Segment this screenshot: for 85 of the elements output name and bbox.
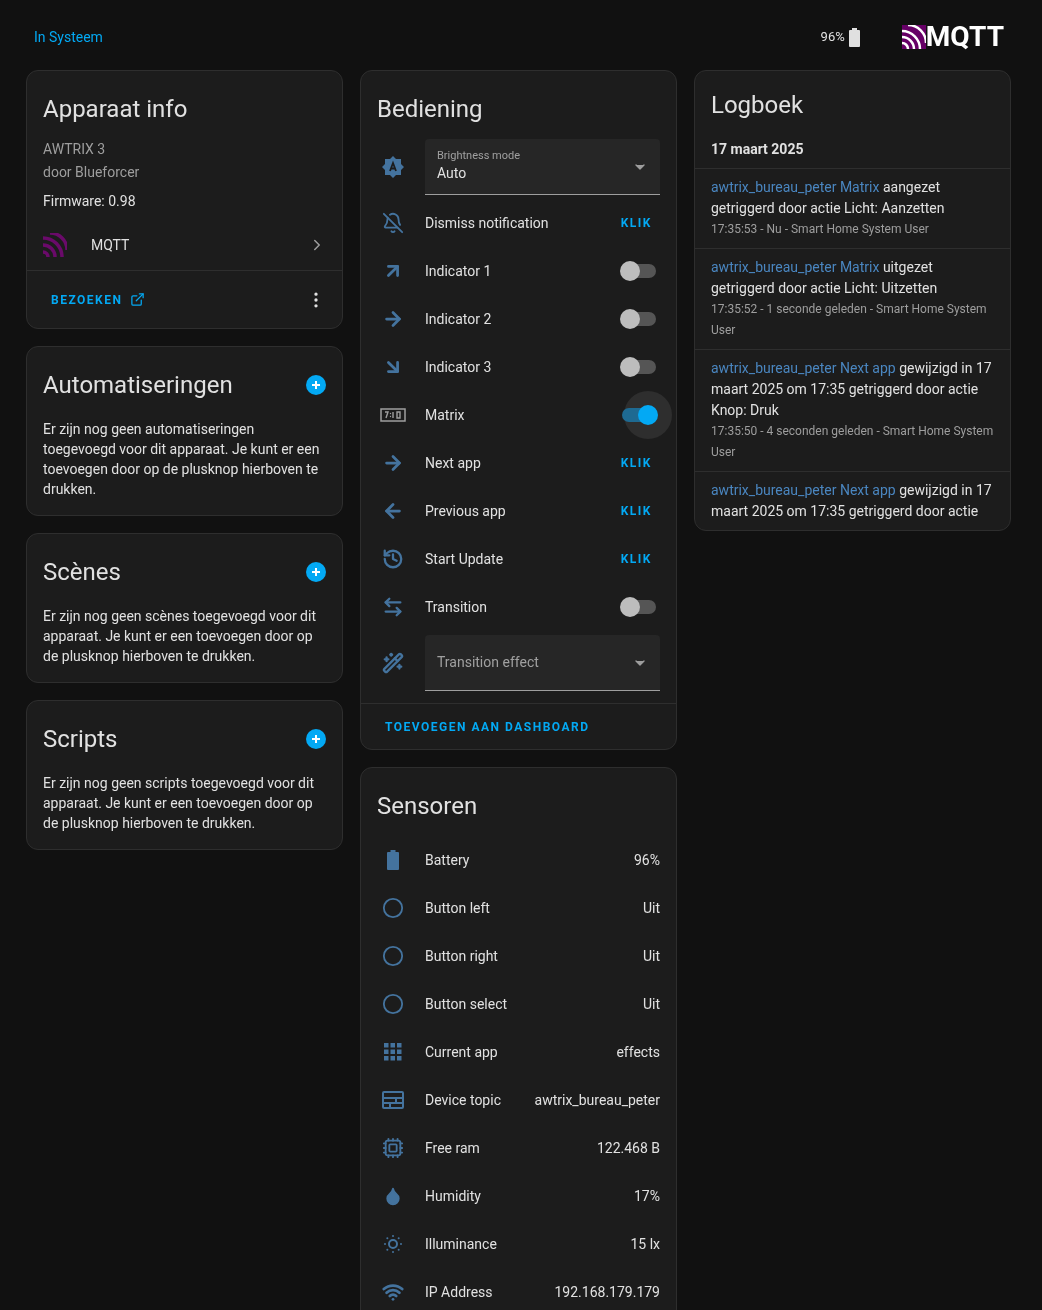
mqtt-icon	[43, 233, 67, 257]
entity-link[interactable]: awtrix_bureau_peter Matrix	[711, 259, 880, 275]
battery-icon	[387, 850, 399, 870]
log-meta: 17:35:52 - 1 seconde geleden - Smart Home System User	[711, 301, 988, 339]
sensor-row[interactable]: Button left Uit	[377, 884, 660, 932]
circle-icon	[382, 897, 404, 919]
entity-name: Previous app	[425, 501, 507, 521]
battery-level: 96%	[820, 28, 845, 47]
arrow-right-icon	[382, 452, 404, 474]
arrow-right-icon	[382, 308, 404, 330]
press-button[interactable]: KLIK	[612, 450, 660, 476]
press-button[interactable]: KLIK	[612, 210, 660, 236]
sensor-row[interactable]: Illuminance 15 lx	[377, 1220, 660, 1268]
log-meta: 17:35:53 - Nu - Smart Home System User	[711, 221, 930, 238]
grid-icon	[384, 1043, 402, 1061]
select-field[interactable]: Transition effect	[425, 635, 660, 691]
arrow-left-icon	[382, 500, 404, 522]
press-button[interactable]: KLIK	[612, 498, 660, 524]
entity-name: Transition	[425, 597, 488, 617]
circle-icon	[382, 945, 404, 967]
visit-link[interactable]: BEZOEKEN	[43, 286, 154, 313]
entity-name: Next app	[425, 453, 482, 473]
chip-icon	[382, 1137, 404, 1159]
card-title: Automatiseringen	[43, 370, 233, 401]
entity-link[interactable]: awtrix_bureau_peter Next app	[711, 482, 896, 498]
add-button[interactable]	[306, 562, 326, 582]
entity-name: Indicator 2	[425, 309, 493, 329]
integration-row[interactable]: MQTT	[27, 220, 342, 270]
log-date: 17 maart 2025	[711, 140, 805, 159]
plus-icon	[311, 380, 321, 390]
empty-state-text: Er zijn nog geen automatiseringen toegevoegd voor dit apparaat. Je kunt er een toevoegen door op de plusknop hierboven te drukken.	[43, 420, 321, 499]
add-button[interactable]	[306, 729, 326, 749]
empty-state-text: Er zijn nog geen scripts toegevoegd voor dit apparaat. Je kunt er een toevoegen door op de plusknop hierboven te drukken.	[43, 774, 315, 833]
swap-arrows-icon	[382, 596, 404, 618]
add-to-dashboard-button[interactable]: TOEVOEGEN AAN DASHBOARD	[385, 717, 590, 736]
sensor-row[interactable]: Humidity 17%	[377, 1172, 660, 1220]
add-button[interactable]	[306, 375, 326, 395]
entity-name: Start Update	[425, 549, 505, 569]
water-drop-icon	[383, 1186, 403, 1206]
card-title: Apparaat info	[43, 94, 189, 125]
sensor-row[interactable]: IP Address 192.168.179.179	[377, 1268, 660, 1310]
circle-icon	[382, 993, 404, 1015]
entity-name: Indicator 1	[425, 261, 493, 281]
entity-link[interactable]: awtrix_bureau_peter Next app	[711, 360, 896, 376]
press-button[interactable]: KLIK	[612, 546, 660, 572]
select-field[interactable]: Brightness mode Auto	[425, 139, 660, 195]
card-title: Scènes	[43, 557, 121, 588]
card-title: Logboek	[711, 90, 805, 121]
plus-icon	[311, 734, 321, 744]
entity-name: Dismiss notification	[425, 213, 550, 233]
magic-wand-icon	[382, 652, 404, 674]
sensor-row[interactable]: Current app effects	[377, 1028, 660, 1076]
log-message: awtrix_bureau_peter Next app gewijzigd in 17 maart 2025 om 17:35 getriggerd door actie Knop: Druk	[711, 359, 993, 420]
bell-off-icon	[382, 212, 404, 234]
sensor-row[interactable]: Button right Uit	[377, 932, 660, 980]
toggle-switch[interactable]	[620, 391, 672, 439]
mqtt-logo: MQTT	[901, 23, 1004, 51]
log-message: awtrix_bureau_peter Matrix uitgezet getriggerd door actie Licht: Uitzetten	[711, 258, 939, 298]
sensor-row[interactable]: Free ram 122.468 B	[377, 1124, 660, 1172]
sun-icon	[381, 1232, 405, 1256]
sensor-row[interactable]: Device topic awtrix_bureau_peter	[377, 1076, 660, 1124]
device-model: AWTRIX 3	[43, 140, 107, 159]
sensor-row[interactable]: Button select Uit	[377, 980, 660, 1028]
log-message: awtrix_bureau_peter Next app gewijzigd in 17 maart 2025 om 17:35 getriggerd door actie	[711, 481, 993, 521]
breadcrumb-link[interactable]: In Systeem	[34, 26, 103, 48]
plus-icon	[311, 567, 321, 577]
firmware-version: Firmware: 0.98	[43, 192, 137, 211]
entity-name: Indicator 3	[425, 357, 493, 377]
wifi-icon	[382, 1281, 404, 1303]
table-icon	[382, 1091, 404, 1109]
device-manufacturer: door Blueforcer	[43, 163, 141, 182]
entity-name: Matrix	[425, 405, 466, 425]
card-title: Bediening	[377, 94, 484, 125]
card-title: Scripts	[43, 724, 118, 755]
empty-state-text: Er zijn nog geen scènes toegevoegd voor dit apparaat. Je kunt er een toevoegen door op de plusknop hierboven te drukken.	[43, 607, 317, 666]
brightness-icon	[381, 155, 405, 179]
card-title: Sensoren	[377, 791, 479, 822]
entity-link[interactable]: awtrix_bureau_peter Matrix	[711, 179, 880, 195]
history-icon	[382, 548, 404, 570]
log-message: awtrix_bureau_peter Matrix aangezet getriggerd door actie Licht: Aanzetten	[711, 178, 946, 218]
log-meta: 17:35:50 - 4 seconden geleden - Smart Home System User	[711, 423, 994, 461]
external-link-icon	[130, 292, 146, 307]
sensor-row[interactable]: Battery 96%	[377, 836, 660, 884]
clock-display-icon	[380, 408, 406, 422]
battery-icon	[848, 27, 860, 47]
